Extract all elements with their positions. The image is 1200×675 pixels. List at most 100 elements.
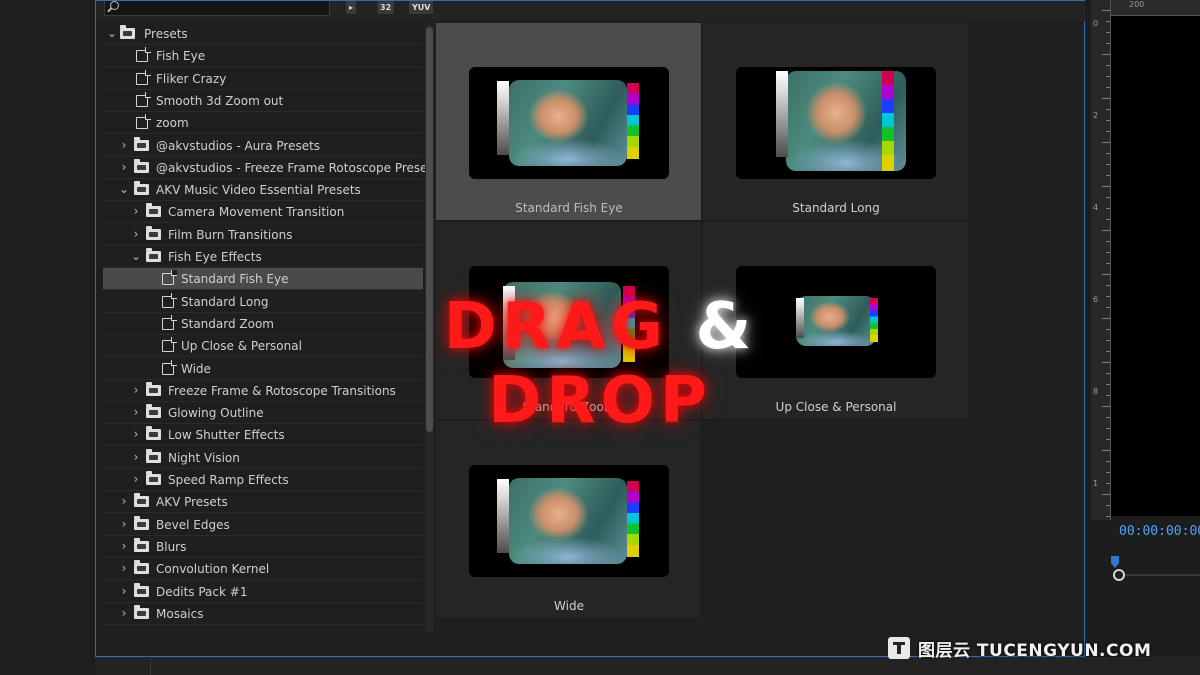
tree-item-label: Freeze Frame & Rotoscope Transitions: [168, 383, 396, 398]
tree-folder-row[interactable]: › Low Shutter Effects: [103, 424, 423, 447]
tree-item-label: Night Vision: [168, 450, 240, 465]
ruler-tick: [1106, 483, 1110, 484]
tree-item-label: Glowing Outline: [168, 406, 264, 421]
chevron-right-icon[interactable]: ›: [118, 135, 130, 157]
tree-preset-row[interactable]: Standard Long: [103, 291, 423, 313]
preset-thumbnail-label: Standard Fish Eye: [515, 201, 623, 215]
yuv-filter-button[interactable]: YUV: [409, 1, 434, 14]
chevron-right-icon[interactable]: ›: [118, 514, 130, 536]
tree-folder-row[interactable]: ⌄ Presets: [103, 23, 423, 45]
tree-folder-row[interactable]: › Mosaics: [103, 603, 423, 625]
tree-preset-row[interactable]: Fliker Crazy: [103, 68, 423, 90]
tree-folder-row[interactable]: › AKV Presets: [103, 491, 423, 514]
ruler-tick: [1106, 296, 1110, 297]
folder-icon: [146, 404, 161, 419]
tree-preset-row[interactable]: Fish Eye: [103, 45, 423, 68]
folder-icon: [146, 426, 161, 441]
tree-scrollbar[interactable]: [425, 23, 434, 633]
preset-thumbnail-grid: Standard Fish Eye Standard Long Standard Z…: [436, 23, 1070, 633]
preview-photo: [796, 296, 876, 346]
scrub-handle[interactable]: [1113, 569, 1125, 581]
tree-folder-row[interactable]: › @akvstudios - Freeze Frame Rotoscope Pr…: [103, 157, 425, 179]
ruler-tick: [1106, 439, 1110, 440]
chevron-right-icon[interactable]: ›: [130, 469, 142, 491]
accelerated-effects-filter-button[interactable]: ▸: [346, 1, 357, 14]
ruler-tick: [1106, 175, 1110, 176]
tree-folder-row[interactable]: › @akvstudios - Aura Presets: [103, 135, 423, 157]
ruler-tick: [1106, 340, 1110, 341]
tree-item-label: Blurs: [156, 539, 187, 554]
chevron-right-icon[interactable]: ›: [130, 447, 142, 469]
chevron-down-icon[interactable]: ⌄: [130, 246, 142, 268]
search-input[interactable]: [104, 1, 330, 16]
preset-icon: [162, 359, 177, 375]
folder-icon: [146, 471, 161, 485]
preset-thumbnail-tile[interactable]: Standard Zoom: [436, 222, 702, 420]
preview-color-bar: [623, 286, 635, 362]
tree-folder-row[interactable]: › Camera Movement Transition: [103, 201, 423, 224]
preview-photo: [509, 478, 627, 564]
playhead-marker-icon[interactable]: [1111, 556, 1119, 568]
tree-folder-row[interactable]: › Film Burn Transitions: [103, 224, 423, 246]
chevron-right-icon[interactable]: ›: [118, 157, 130, 179]
chevron-right-icon[interactable]: ›: [130, 224, 142, 246]
chevron-right-icon[interactable]: ›: [118, 581, 130, 603]
chevron-right-icon[interactable]: ›: [130, 402, 142, 424]
preset-thumbnail-tile[interactable]: Up Close & Personal: [703, 222, 969, 420]
folder-icon: [134, 515, 149, 530]
tree-item-label: Camera Movement Transition: [168, 205, 345, 220]
tree-preset-row[interactable]: Wide: [103, 358, 423, 380]
app-window: ▸ 32 YUV ⌄ Presets Fish Eye Fliker Crazy Smo…: [0, 0, 1200, 675]
tree-preset-row[interactable]: zoom: [103, 112, 423, 135]
chevron-right-icon[interactable]: ›: [130, 201, 142, 223]
ruler-tick: [1106, 219, 1110, 220]
tree-scrollbar-thumb[interactable]: [426, 27, 433, 432]
tree-item-label: Smooth 3d Zoom out: [156, 93, 284, 108]
preset-icon: [136, 91, 151, 107]
chevron-right-icon[interactable]: ›: [130, 424, 142, 446]
tree-folder-row[interactable]: ⌄ AKV Music Video Essential Presets: [103, 179, 423, 202]
32-bit-filter-button[interactable]: 32: [377, 1, 395, 14]
preview-color-bar: [882, 71, 894, 171]
tree-folder-row[interactable]: › Bevel Edges: [103, 514, 423, 536]
preset-icon: [162, 292, 177, 308]
ruler-tick: [1102, 98, 1110, 99]
playhead-timecode[interactable]: 00:00:00:00: [1119, 524, 1200, 539]
tree-folder-row[interactable]: › Blurs: [103, 536, 423, 558]
tree-folder-row[interactable]: › Dedits Pack #1: [103, 581, 423, 603]
tree-folder-row[interactable]: › Night Vision: [103, 447, 423, 469]
ruler-label: 1: [1093, 479, 1099, 488]
chevron-down-icon[interactable]: ⌄: [106, 23, 118, 45]
tree-item-label: Up Close & Personal: [181, 339, 302, 354]
tree-preset-row[interactable]: Standard Zoom: [103, 313, 423, 335]
tree-preset-row[interactable]: Smooth 3d Zoom out: [103, 90, 423, 112]
tree-item-label: Standard Long: [181, 294, 269, 309]
tree-folder-row[interactable]: › Freeze Frame & Rotoscope Transitions: [103, 380, 423, 402]
tree-folder-row[interactable]: ⌄ Fish Eye Effects: [103, 246, 423, 268]
preset-thumbnail-tile[interactable]: Standard Fish Eye: [436, 23, 702, 221]
preset-thumbnail-tile[interactable]: Standard Long: [703, 23, 969, 221]
ruler-label: 6: [1093, 295, 1099, 304]
ruler-tick: [1106, 164, 1110, 165]
search-icon: [110, 1, 119, 10]
ruler-label: 8: [1093, 387, 1099, 396]
chevron-right-icon[interactable]: ›: [118, 603, 130, 625]
chevron-down-icon[interactable]: ⌄: [118, 179, 130, 201]
scrub-bar[interactable]: [1123, 574, 1200, 576]
ruler-tick: [1102, 10, 1110, 11]
chevron-right-icon[interactable]: ›: [118, 536, 130, 558]
ruler-tick: [1106, 516, 1110, 517]
tree-preset-row[interactable]: Up Close & Personal: [103, 335, 423, 358]
tree-folder-row[interactable]: › Glowing Outline: [103, 402, 423, 425]
preset-thumbnail-tile[interactable]: Wide: [436, 421, 702, 619]
preset-thumbnail-label: Standard Zoom: [522, 400, 616, 414]
tree-folder-row[interactable]: › Speed Ramp Effects: [103, 469, 423, 491]
chevron-right-icon[interactable]: ›: [118, 558, 130, 580]
monitor-screen[interactable]: [1111, 16, 1200, 516]
preview-greyscale-bar: [497, 81, 509, 155]
tree-preset-row[interactable]: Standard Fish Eye: [103, 268, 423, 291]
ruler-tick: [1102, 186, 1110, 187]
tree-folder-row[interactable]: › Convolution Kernel: [103, 558, 423, 581]
chevron-right-icon[interactable]: ›: [118, 491, 130, 513]
chevron-right-icon[interactable]: ›: [130, 380, 142, 402]
